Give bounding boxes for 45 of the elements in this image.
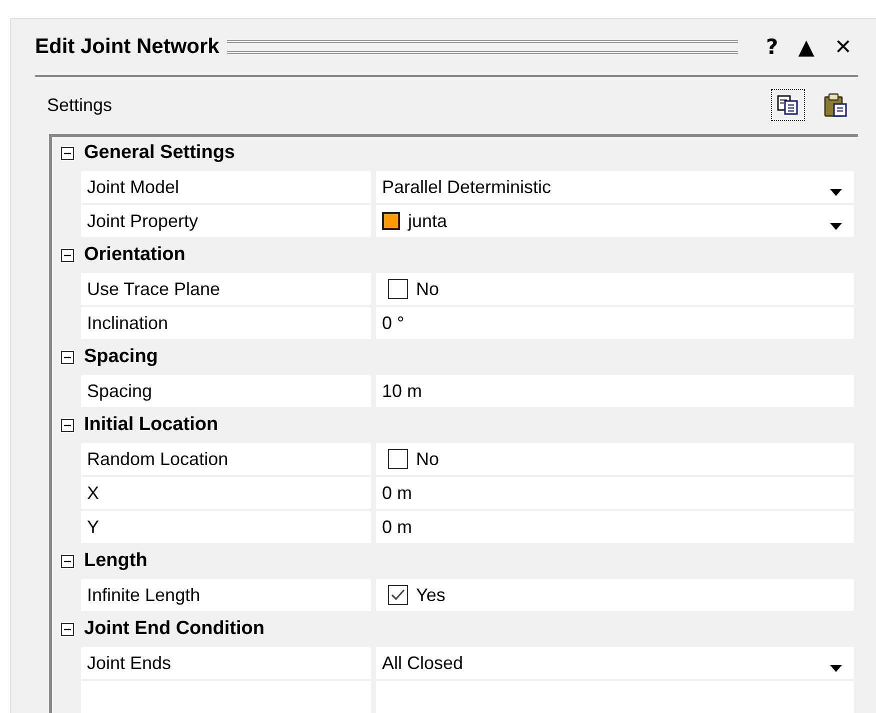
property-label: Infinite Length xyxy=(81,579,371,611)
property-label: Y xyxy=(81,511,371,543)
property-value[interactable]: 10 m xyxy=(376,375,854,407)
help-button[interactable]: ? xyxy=(760,34,784,59)
property-label: Random Location xyxy=(81,443,371,475)
property-label: Joint Model xyxy=(81,171,371,203)
panel-title: Edit Joint Network xyxy=(35,34,220,59)
property-label: Inclination xyxy=(81,307,371,339)
group-header[interactable]: Joint End Condition xyxy=(84,618,264,640)
checkbox[interactable] xyxy=(388,279,408,299)
dropdown-field[interactable]: Parallel Deterministic xyxy=(376,171,854,203)
property-value[interactable]: 0 ° xyxy=(376,307,854,339)
property-label: Use Trace Plane xyxy=(81,273,371,305)
property-label: X xyxy=(81,477,371,509)
property-value: No xyxy=(416,278,440,300)
group-header[interactable]: Initial Location xyxy=(84,414,218,436)
copy-icon[interactable] xyxy=(772,90,804,120)
checkbox[interactable] xyxy=(388,449,408,469)
group-header[interactable]: Spacing xyxy=(84,346,158,368)
dropdown-field[interactable]: All Closed xyxy=(376,647,854,679)
property-label: Joint Property xyxy=(81,205,371,237)
property-value: Yes xyxy=(416,584,446,606)
collapse-icon[interactable] xyxy=(61,350,74,364)
dropdown-caret-icon[interactable] xyxy=(830,188,842,196)
collapse-icon[interactable] xyxy=(61,622,74,636)
property-label: Joint Ends xyxy=(81,647,371,679)
dropdown-caret-icon[interactable] xyxy=(830,222,842,230)
property-value[interactable]: 0 m xyxy=(376,477,854,509)
title-grip[interactable] xyxy=(227,40,738,54)
collapse-button[interactable]: ▲ xyxy=(792,34,820,59)
collapse-icon[interactable] xyxy=(61,146,74,160)
close-button[interactable]: ✕ xyxy=(828,34,858,59)
section-label: Settings xyxy=(47,94,112,116)
collapse-icon[interactable] xyxy=(61,554,74,568)
collapse-icon[interactable] xyxy=(61,418,74,432)
property-label: Spacing xyxy=(81,375,371,407)
property-value[interactable]: 0 m xyxy=(376,511,854,543)
dropdown-field[interactable]: junta xyxy=(376,205,854,237)
checkbox[interactable] xyxy=(388,585,408,605)
collapse-icon[interactable] xyxy=(61,248,74,262)
group-header[interactable]: Orientation xyxy=(84,244,186,266)
group-header[interactable]: Length xyxy=(84,550,148,572)
group-header[interactable]: General Settings xyxy=(84,142,235,164)
dropdown-caret-icon[interactable] xyxy=(830,664,842,672)
property-value: No xyxy=(416,448,440,470)
